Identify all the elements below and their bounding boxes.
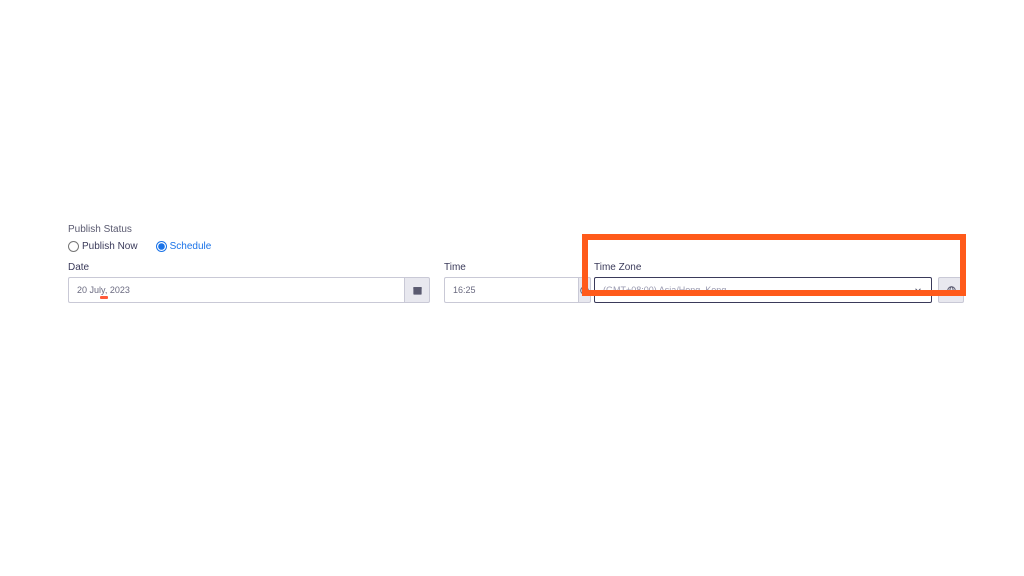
time-field: Time xyxy=(444,262,580,303)
publish-now-radio-label: Publish Now xyxy=(82,241,138,252)
timezone-label: Time Zone xyxy=(594,262,964,273)
time-input[interactable] xyxy=(444,277,578,303)
publish-schedule-form: Publish Status Publish Now Schedule Date… xyxy=(68,224,964,303)
calendar-icon[interactable] xyxy=(404,277,430,303)
timezone-select[interactable]: (GMT+08:00) Asia/Hong_Kong xyxy=(594,277,932,303)
schedule-fields-row: Date Time Time Zone (GMT+08:00) Asia xyxy=(68,262,964,303)
date-label: Date xyxy=(68,262,430,273)
publish-now-radio-input[interactable] xyxy=(68,241,79,252)
time-label: Time xyxy=(444,262,580,273)
publish-status-radios: Publish Now Schedule xyxy=(68,241,964,252)
timezone-value: (GMT+08:00) Asia/Hong_Kong xyxy=(603,285,726,295)
timezone-field: Time Zone (GMT+08:00) Asia/Hong_Kong xyxy=(594,262,964,303)
schedule-radio-input[interactable] xyxy=(156,241,167,252)
decorative-mark xyxy=(100,296,108,299)
date-field: Date xyxy=(68,262,430,303)
schedule-radio[interactable]: Schedule xyxy=(156,241,212,252)
clock-icon[interactable] xyxy=(578,277,591,303)
publish-now-radio[interactable]: Publish Now xyxy=(68,241,138,252)
publish-status-label: Publish Status xyxy=(68,224,964,235)
chevron-down-icon xyxy=(913,285,923,295)
globe-icon[interactable] xyxy=(938,277,964,303)
schedule-radio-label: Schedule xyxy=(170,241,212,252)
date-input[interactable] xyxy=(68,277,404,303)
